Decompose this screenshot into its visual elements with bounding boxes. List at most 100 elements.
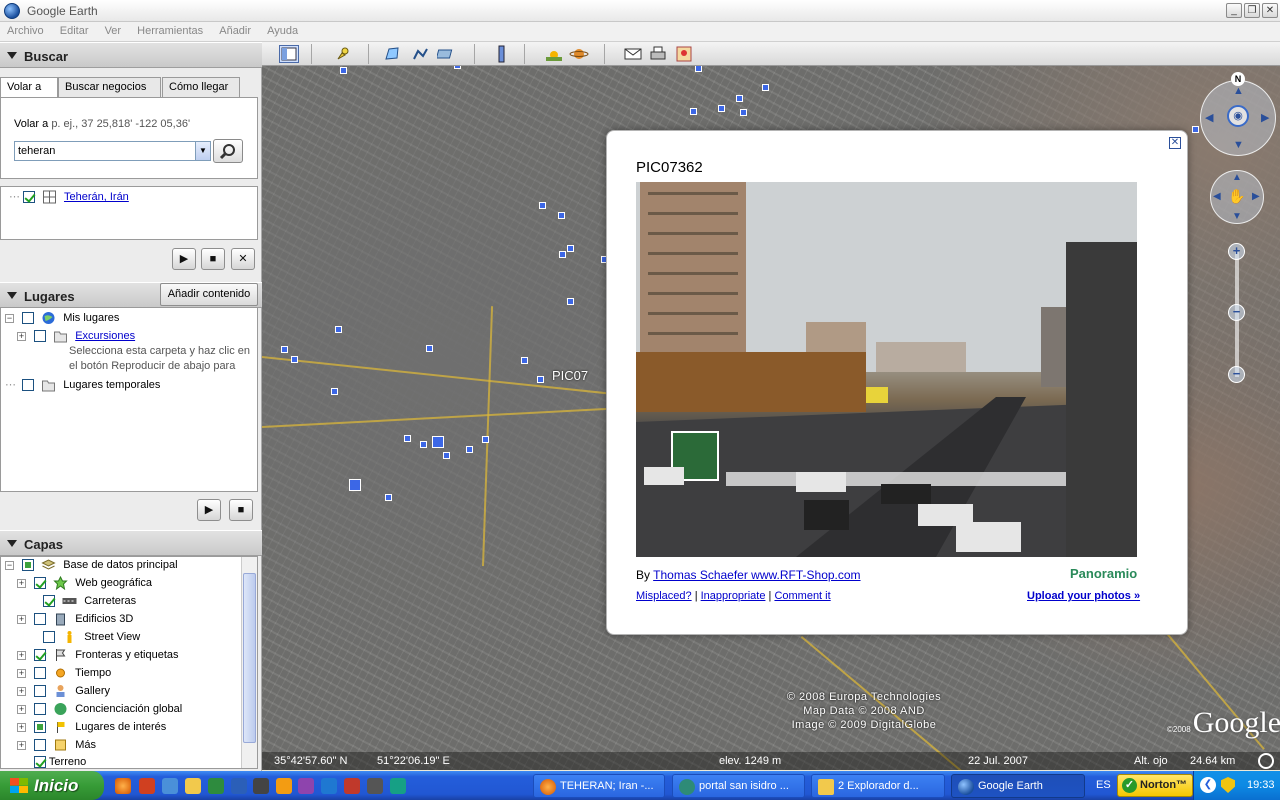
ruler-button[interactable]: [492, 45, 512, 63]
layer-item[interactable]: Terreno: [17, 756, 86, 768]
photo-marker[interactable]: [443, 452, 450, 459]
tours-link[interactable]: Excursiones: [75, 330, 135, 342]
tree-item-my-places[interactable]: − Mis lugares: [5, 311, 119, 329]
author-link[interactable]: Thomas Schaefer www.RFT-Shop.com: [653, 568, 860, 582]
tab-volar-a[interactable]: Volar a: [0, 77, 58, 98]
up-arrow-icon[interactable]: ▲: [1233, 85, 1244, 97]
chevron-left-icon[interactable]: ❮: [1200, 777, 1216, 793]
photo-marker[interactable]: [695, 66, 702, 72]
clear-button[interactable]: ✕: [231, 248, 255, 270]
misplaced-link[interactable]: Misplaced?: [636, 590, 692, 602]
expand-icon[interactable]: +: [17, 579, 26, 588]
app-quicklaunch-icon[interactable]: [276, 778, 292, 794]
menu-ayuda[interactable]: Ayuda: [260, 22, 304, 37]
excel-icon[interactable]: [208, 778, 224, 794]
word-icon[interactable]: [231, 778, 247, 794]
compass-north-icon[interactable]: N: [1231, 72, 1245, 86]
scrollbar-thumb[interactable]: [243, 573, 256, 743]
menu-herramientas[interactable]: Herramientas: [130, 22, 209, 37]
shield-icon[interactable]: [1221, 777, 1235, 793]
folder-quicklaunch-icon[interactable]: [185, 778, 201, 794]
photo-marker[interactable]: [331, 388, 338, 395]
checkbox[interactable]: [34, 739, 47, 751]
expand-icon[interactable]: +: [17, 687, 26, 696]
layers-scrollbar[interactable]: [241, 557, 257, 768]
add-polygon-button[interactable]: [383, 45, 403, 63]
tree-item-temp-places[interactable]: ⋯ Lugares temporales: [5, 378, 160, 396]
photo-marker[interactable]: [385, 494, 392, 501]
photo-marker[interactable]: [1192, 126, 1199, 133]
comment-link[interactable]: Comment it: [774, 590, 830, 602]
checkbox[interactable]: [34, 667, 47, 679]
app-quicklaunch-icon[interactable]: [390, 778, 406, 794]
checkbox[interactable]: [34, 756, 47, 768]
photo-marker[interactable]: [482, 436, 489, 443]
layers-panel-header[interactable]: Capas: [0, 530, 262, 556]
media-icon[interactable]: [253, 778, 269, 794]
add-content-button[interactable]: Añadir contenido: [160, 283, 258, 306]
expand-icon[interactable]: +: [17, 741, 26, 750]
layer-item[interactable]: Carreteras: [17, 594, 136, 612]
photo-marker[interactable]: [454, 66, 461, 69]
expand-icon[interactable]: +: [17, 669, 26, 678]
photo-marker[interactable]: [291, 356, 298, 363]
fly-to-dropdown[interactable]: ▼: [195, 141, 211, 161]
layer-item[interactable]: + Tiempo: [17, 666, 111, 684]
photo-marker[interactable]: [567, 245, 574, 252]
result-link[interactable]: Teherán, Irán: [64, 191, 129, 203]
email-button[interactable]: [623, 45, 643, 63]
play-button[interactable]: ▶: [172, 248, 196, 270]
photo-marker[interactable]: [537, 376, 544, 383]
down-arrow-icon[interactable]: ▼: [1233, 139, 1244, 151]
app-quicklaunch-icon[interactable]: [344, 778, 360, 794]
task-portal[interactable]: portal san isidro ...: [672, 774, 805, 798]
layer-item[interactable]: + Web geográfica: [17, 576, 152, 594]
panoramio-logo[interactable]: Panoramio: [1070, 566, 1137, 581]
stop-button[interactable]: ■: [201, 248, 225, 270]
sunlight-button[interactable]: [544, 45, 564, 63]
zoom-slider-handle[interactable]: −: [1228, 304, 1245, 321]
app-quicklaunch-icon[interactable]: [321, 778, 337, 794]
firefox-icon[interactable]: [115, 778, 131, 794]
places-stop-button[interactable]: ■: [229, 499, 253, 521]
expand-icon[interactable]: +: [17, 705, 26, 714]
task-firefox[interactable]: TEHERAN; Iran -...: [533, 774, 665, 798]
expand-icon[interactable]: +: [17, 615, 26, 624]
norton-button[interactable]: ✓ Norton™: [1117, 774, 1193, 797]
photo-marker[interactable]: [559, 251, 566, 258]
menu-archivo[interactable]: Archivo: [0, 22, 50, 37]
expand-icon[interactable]: +: [17, 651, 26, 660]
menu-anadir[interactable]: Añadir: [212, 22, 257, 37]
photo-marker-selected[interactable]: [432, 436, 444, 448]
collapse-icon[interactable]: −: [5, 561, 14, 570]
tab-buscar-negocios[interactable]: Buscar negocios: [58, 77, 161, 97]
photo-marker[interactable]: [349, 479, 361, 491]
checkbox[interactable]: [22, 312, 35, 324]
balloon-close-button[interactable]: ✕: [1169, 137, 1181, 149]
photo-marker[interactable]: [426, 345, 433, 352]
fly-to-input[interactable]: [14, 141, 196, 161]
minimize-button[interactable]: _: [1226, 3, 1242, 18]
look-control[interactable]: ◉ ▲ ▼ ◀ ▶: [1200, 80, 1276, 156]
checkbox[interactable]: [22, 559, 35, 571]
app-quicklaunch-icon[interactable]: [139, 778, 155, 794]
expand-icon[interactable]: +: [17, 332, 26, 341]
planet-switch-button[interactable]: [569, 45, 589, 63]
collapse-icon[interactable]: −: [5, 314, 14, 323]
photo-marker[interactable]: [521, 357, 528, 364]
photo-marker[interactable]: [558, 212, 565, 219]
layer-item[interactable]: + Fronteras y etiquetas: [17, 648, 179, 666]
app-quicklaunch-icon[interactable]: [298, 778, 314, 794]
add-path-button[interactable]: [411, 45, 431, 63]
tab-como-llegar[interactable]: Cómo llegar: [162, 77, 240, 97]
photo-marker[interactable]: [340, 67, 347, 74]
checkbox[interactable]: [34, 649, 47, 661]
menu-editar[interactable]: Editar: [53, 22, 95, 37]
close-button[interactable]: ✕: [1262, 3, 1278, 18]
photo-marker[interactable]: [420, 441, 427, 448]
checkbox[interactable]: [43, 595, 56, 607]
checkbox[interactable]: [34, 685, 47, 697]
add-placemark-button[interactable]: [332, 45, 352, 63]
photo-marker[interactable]: [762, 84, 769, 91]
checkbox[interactable]: [34, 703, 47, 715]
